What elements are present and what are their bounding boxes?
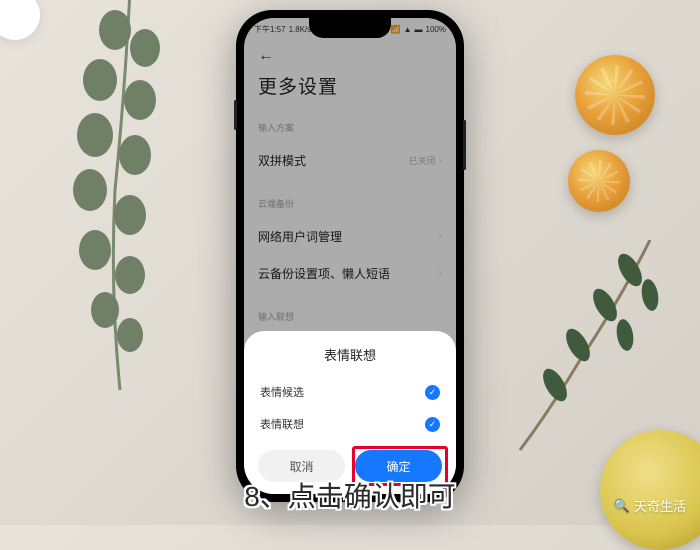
deco-orange-slice	[568, 150, 630, 212]
screen: 下午1:57 1.8K/s ⏰ 📶 ▲ ▬ 100% ← 更多设置 输入方案 双…	[244, 18, 456, 494]
option-emoji-assoc[interactable]: 表情联想 ✓	[258, 408, 442, 440]
bottom-sheet: 表情联想 表情候选 ✓ 表情联想 ✓ 取消 确定	[244, 331, 456, 494]
search-icon: 🔍	[614, 498, 630, 514]
watermark-text: 天奇生活	[634, 496, 686, 515]
check-icon: ✓	[425, 385, 440, 400]
option-label: 表情联想	[260, 416, 304, 432]
phone-notch	[309, 18, 391, 38]
phone-side-button	[234, 100, 237, 130]
tutorial-caption: 8、点击确认即可	[244, 475, 456, 515]
sheet-title: 表情联想	[258, 345, 442, 364]
option-label: 表情候选	[260, 384, 304, 400]
deco-circle	[0, 0, 40, 40]
check-icon: ✓	[425, 417, 440, 432]
watermark: 🔍 天奇生活	[614, 496, 686, 515]
phone-side-button	[463, 120, 466, 170]
phone-frame: 下午1:57 1.8K/s ⏰ 📶 ▲ ▬ 100% ← 更多设置 输入方案 双…	[236, 10, 464, 502]
deco-eucalyptus	[30, 0, 230, 390]
deco-orange-slice	[575, 55, 655, 135]
deco-twig	[500, 240, 680, 460]
option-emoji-candidate[interactable]: 表情候选 ✓	[258, 376, 442, 408]
